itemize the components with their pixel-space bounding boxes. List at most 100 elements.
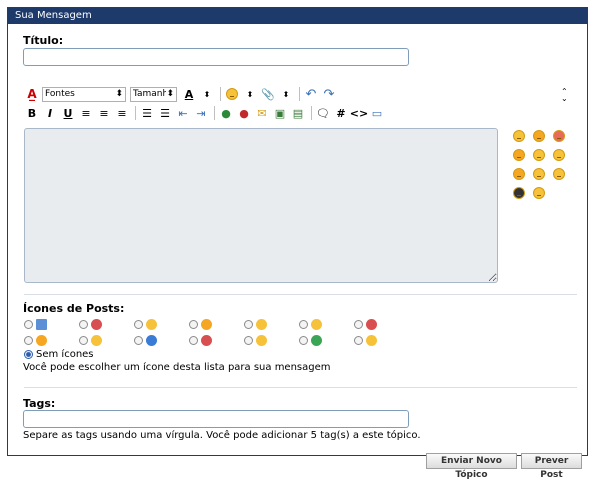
grin-icon[interactable] xyxy=(553,149,565,161)
smilies-menu-icon[interactable] xyxy=(224,86,240,102)
post-icon-radio[interactable] xyxy=(299,335,308,345)
confused-icon[interactable] xyxy=(533,130,545,142)
tags-label: Tags: xyxy=(23,397,56,410)
post-icon-option[interactable] xyxy=(354,318,409,330)
title-input[interactable] xyxy=(23,48,409,66)
post-icon-radio[interactable] xyxy=(299,319,308,329)
post-icon-radio[interactable] xyxy=(354,319,363,329)
post-icon-option[interactable] xyxy=(134,318,189,330)
post-icons-help: Você pode escolher um ícone desta lista … xyxy=(23,362,331,373)
font-select[interactable]: Fontes ⬍ xyxy=(42,86,126,102)
smile-icon[interactable] xyxy=(513,130,525,142)
hash-button[interactable]: # xyxy=(333,105,349,121)
ordered-list-icon[interactable]: ☰ xyxy=(139,105,155,121)
dropdown-arrow-icon[interactable]: ⬍ xyxy=(242,86,258,102)
post-icon-radio[interactable] xyxy=(134,335,143,345)
tags-input[interactable] xyxy=(23,410,409,428)
undo-icon[interactable]: ↶ xyxy=(303,86,319,102)
post-icon-option[interactable] xyxy=(189,318,244,330)
quote-icon[interactable]: 🗨 xyxy=(315,105,331,121)
underline-button[interactable]: U xyxy=(60,105,76,121)
redo-icon[interactable]: ↷ xyxy=(321,86,337,102)
happy-icon[interactable] xyxy=(533,149,545,161)
post-icon-option[interactable] xyxy=(244,334,299,346)
post-icon-radio[interactable] xyxy=(189,319,198,329)
unordered-list-icon[interactable]: ☰ xyxy=(157,105,173,121)
post-icon-option[interactable] xyxy=(299,318,354,330)
post-icon-radio[interactable] xyxy=(244,319,253,329)
message-panel: Sua Mensagem Título: A̲ Fontes ⬍ Tamanho⬍… xyxy=(7,7,588,456)
code-button[interactable]: <> xyxy=(350,105,368,121)
remove-link-icon[interactable]: ● xyxy=(236,105,252,121)
post-icon-option[interactable] xyxy=(79,318,134,330)
no-icon-radio[interactable] xyxy=(24,350,33,359)
tongue-icon[interactable] xyxy=(513,168,525,180)
insert-link-icon[interactable]: ● xyxy=(218,105,234,121)
dropdown-arrow-icon[interactable]: ⬍ xyxy=(278,86,294,102)
post-icon-radio[interactable] xyxy=(244,335,253,345)
thumbs-up-icon xyxy=(366,334,377,346)
bold-button[interactable]: B xyxy=(24,105,40,121)
align-left-icon[interactable]: ≡ xyxy=(78,105,94,121)
remove-format-icon[interactable]: A̲ xyxy=(24,86,40,102)
size-select[interactable]: Tamanho⬍ xyxy=(130,86,177,102)
title-label: Título: xyxy=(23,34,64,47)
happy-icon xyxy=(256,318,267,330)
eek-icon[interactable] xyxy=(533,187,545,199)
font-color-icon[interactable]: A xyxy=(181,86,197,102)
divider xyxy=(24,294,577,295)
post-icon-option[interactable] xyxy=(134,334,189,346)
post-icon-radio[interactable] xyxy=(79,319,88,329)
post-icon-radio[interactable] xyxy=(24,319,33,329)
toolbar-separator xyxy=(299,87,300,101)
email-icon[interactable]: ✉ xyxy=(254,105,270,121)
grin-icon xyxy=(201,318,212,330)
cool-icon[interactable] xyxy=(513,187,525,199)
post-icon-option[interactable] xyxy=(189,334,244,346)
align-center-icon[interactable]: ≡ xyxy=(96,105,112,121)
select-arrows-icon: ⬍ xyxy=(115,88,123,99)
lightbulb-icon xyxy=(256,334,267,346)
exclamation-icon xyxy=(201,334,212,346)
insert-image-icon[interactable]: ▣ xyxy=(272,105,288,121)
post-icon-option[interactable] xyxy=(24,334,79,346)
toolbar-separator xyxy=(214,106,215,120)
toolbar-separator xyxy=(311,106,312,120)
align-right-icon[interactable]: ≡ xyxy=(114,105,130,121)
post-icon-option[interactable] xyxy=(244,318,299,330)
divider xyxy=(24,387,577,388)
panel-title: Sua Mensagem xyxy=(8,8,587,24)
post-icon-radio[interactable] xyxy=(134,319,143,329)
post-icon-option[interactable] xyxy=(79,334,134,346)
wink-icon xyxy=(36,334,47,346)
submit-topic-button[interactable]: Enviar Novo Tópico xyxy=(426,453,517,480)
post-icon-radio[interactable] xyxy=(189,335,198,345)
rolleyes-icon[interactable] xyxy=(533,168,545,180)
preview-post-button[interactable]: Prever Post xyxy=(521,453,582,480)
no-icon-option[interactable]: Sem ícones xyxy=(24,349,94,360)
insert-video-icon[interactable]: ▤ xyxy=(290,105,306,121)
angry-icon[interactable] xyxy=(553,130,565,142)
laugh-icon[interactable] xyxy=(553,168,565,180)
outdent-icon[interactable]: ⇤ xyxy=(175,105,191,121)
post-icon-radio[interactable] xyxy=(24,335,33,345)
tags-help: Separe as tags usando uma vírgula. Você … xyxy=(23,430,421,441)
select-arrows-icon: ⬍ xyxy=(166,88,174,99)
post-icon-radio[interactable] xyxy=(354,335,363,345)
dropdown-arrow-icon[interactable]: ⬍ xyxy=(199,86,215,102)
angry-icon xyxy=(366,318,377,330)
post-icon-option[interactable] xyxy=(299,334,354,346)
post-icon-option[interactable] xyxy=(354,334,409,346)
toolbar-separator xyxy=(135,106,136,120)
post-icon-option[interactable] xyxy=(24,318,79,330)
post-icon-radio[interactable] xyxy=(79,335,88,345)
italic-button[interactable]: I xyxy=(42,105,58,121)
message-editor[interactable] xyxy=(24,128,498,283)
indent-icon[interactable]: ⇥ xyxy=(193,105,209,121)
post-icons-label: Ícones de Posts: xyxy=(23,302,125,315)
font-select-value: Fontes xyxy=(45,88,75,99)
toolbar-collapse-icon[interactable]: ⌃ ⌄ xyxy=(561,88,568,103)
php-code-icon[interactable]: ▭ xyxy=(369,105,385,121)
attachment-icon[interactable]: 📎 xyxy=(260,86,276,102)
wink-icon[interactable] xyxy=(513,149,525,161)
